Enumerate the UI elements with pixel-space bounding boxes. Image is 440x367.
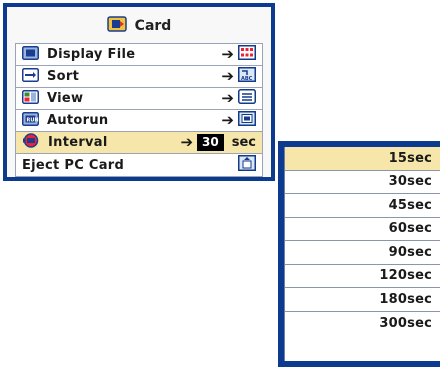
menu-item-target: ➔ [221,44,256,65]
card-menu: Card Display File ➔ Sort ➔ ABC View ➔ RU… [3,3,275,181]
arrow-right-icon: ➔ [221,45,234,63]
interval-dropdown: 15sec 30sec 45sec 60sec 90sec 120sec 180… [278,141,440,367]
menu-item-interval[interactable]: Interval ➔ 30 sec [16,132,262,154]
abc-sort-icon: ABC [238,67,256,86]
menu-item-display-file[interactable]: Display File ➔ [16,44,262,66]
interval-icon [22,133,40,152]
interval-option[interactable]: 60sec [285,218,440,241]
menu-item-sort[interactable]: Sort ➔ ABC [16,66,262,88]
menu-item-view[interactable]: View ➔ [16,88,262,110]
interval-option[interactable]: 120sec [285,265,440,288]
svg-text:ABC: ABC [241,76,253,82]
menu-item-label: View [47,91,84,106]
arrow-right-icon: ➔ [221,89,234,107]
menu-item-target: ➔ [221,88,256,109]
view-icon [22,89,39,108]
sort-icon [22,67,39,86]
eject-card-icon [238,155,256,175]
menu-item-label: Sort [47,69,80,84]
menu-item-label: Interval [48,135,108,150]
list-icon [238,89,256,108]
menu-item-autorun[interactable]: RUN Autorun ➔ [16,110,262,132]
menu-item-label: Autorun [47,113,109,128]
interval-option[interactable]: 300sec [285,312,440,336]
menu-item-target: ➔ 30 sec [180,132,256,153]
card-menu-body: Card Display File ➔ Sort ➔ ABC View ➔ RU… [7,7,271,177]
arrow-right-icon: ➔ [180,133,194,151]
menu-item-target: ➔ [221,110,256,131]
menu-title-text: Card [134,18,172,34]
autorun-icon: RUN [22,111,39,130]
menu-list: Display File ➔ Sort ➔ ABC View ➔ RUN Aut… [15,43,263,177]
menu-item-target: ➔ ABC [221,66,256,87]
menu-item-label: Display File [47,47,136,62]
interval-option[interactable]: 30sec [285,171,440,194]
interval-value[interactable]: 30 [197,134,224,151]
menu-item-eject-pc-card[interactable]: Eject PC Card [16,154,262,176]
interval-options-list: 15sec 30sec 45sec 60sec 90sec 120sec 180… [284,147,440,361]
interval-option[interactable]: 180sec [285,288,440,312]
arrow-right-icon: ➔ [221,111,234,129]
interval-unit: sec [231,135,256,150]
card-icon [106,16,127,36]
svg-text:RUN: RUN [27,117,39,123]
arrow-right-icon: ➔ [221,67,234,85]
autorun-target-icon [238,111,256,130]
display-file-icon [22,45,39,64]
grid-icon [238,45,256,64]
menu-item-label: Eject PC Card [22,157,125,173]
interval-option[interactable]: 15sec [285,147,440,171]
menu-title: Card [7,13,271,39]
interval-option[interactable]: 90sec [285,241,440,265]
menu-item-target [238,154,256,176]
interval-option[interactable]: 45sec [285,194,440,218]
